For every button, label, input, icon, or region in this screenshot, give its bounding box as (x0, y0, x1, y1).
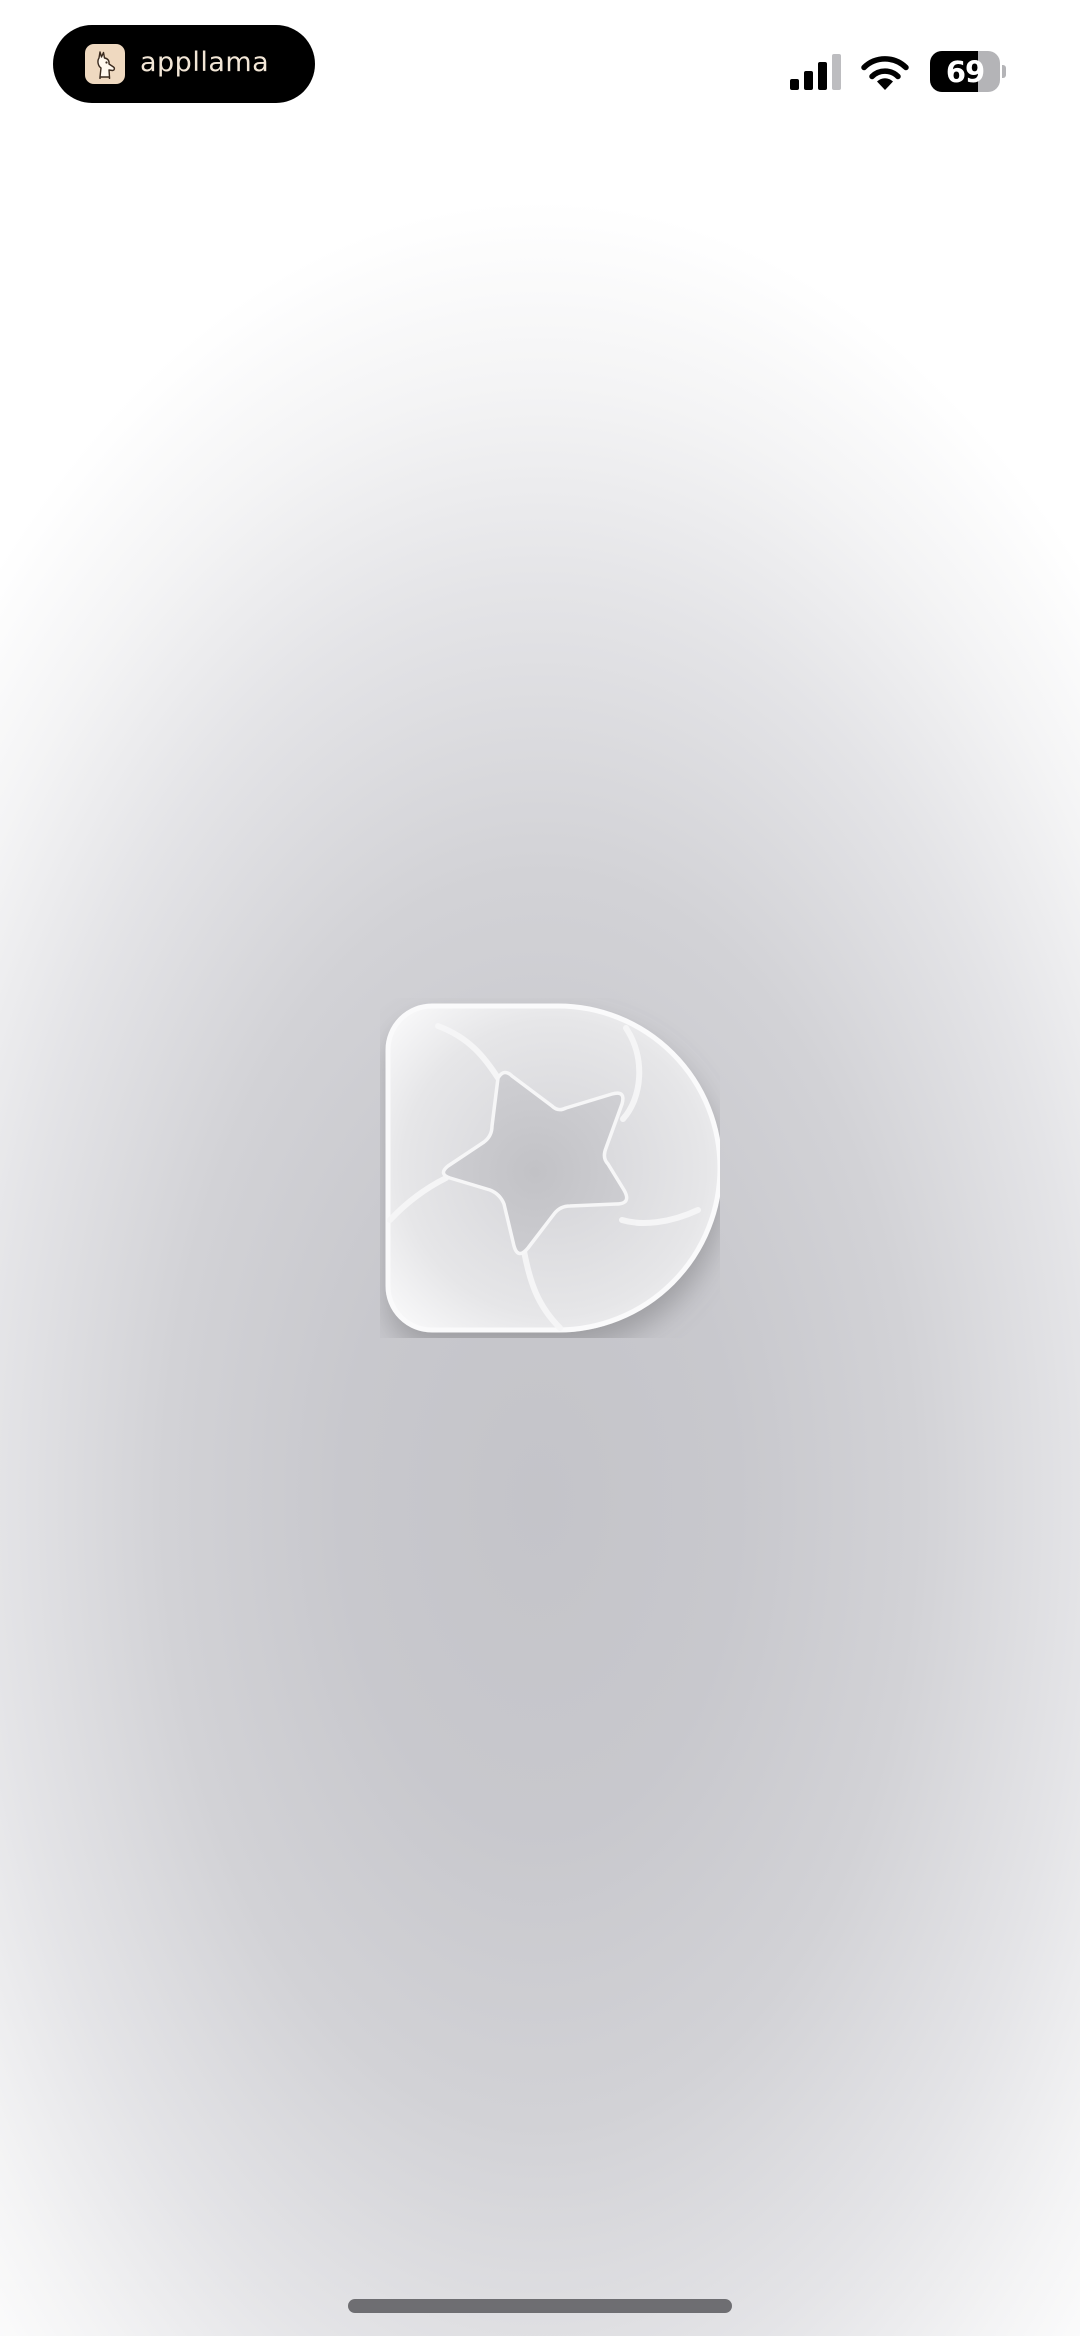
app-name-label: appllama (140, 46, 270, 78)
app-badge-pill[interactable]: appllama (53, 25, 315, 103)
battery-cap (1002, 65, 1006, 78)
battery-indicator: 69 (930, 51, 1006, 92)
home-indicator[interactable] (348, 2299, 732, 2313)
cellular-signal-icon (790, 54, 841, 90)
llama-icon (85, 44, 125, 84)
wifi-icon (861, 56, 909, 90)
star-d-logo-icon (385, 1003, 720, 1333)
battery-percent-label: 69 (945, 54, 985, 89)
status-bar: appllama 69 (0, 0, 1080, 140)
battery-body: 69 (930, 51, 1000, 92)
